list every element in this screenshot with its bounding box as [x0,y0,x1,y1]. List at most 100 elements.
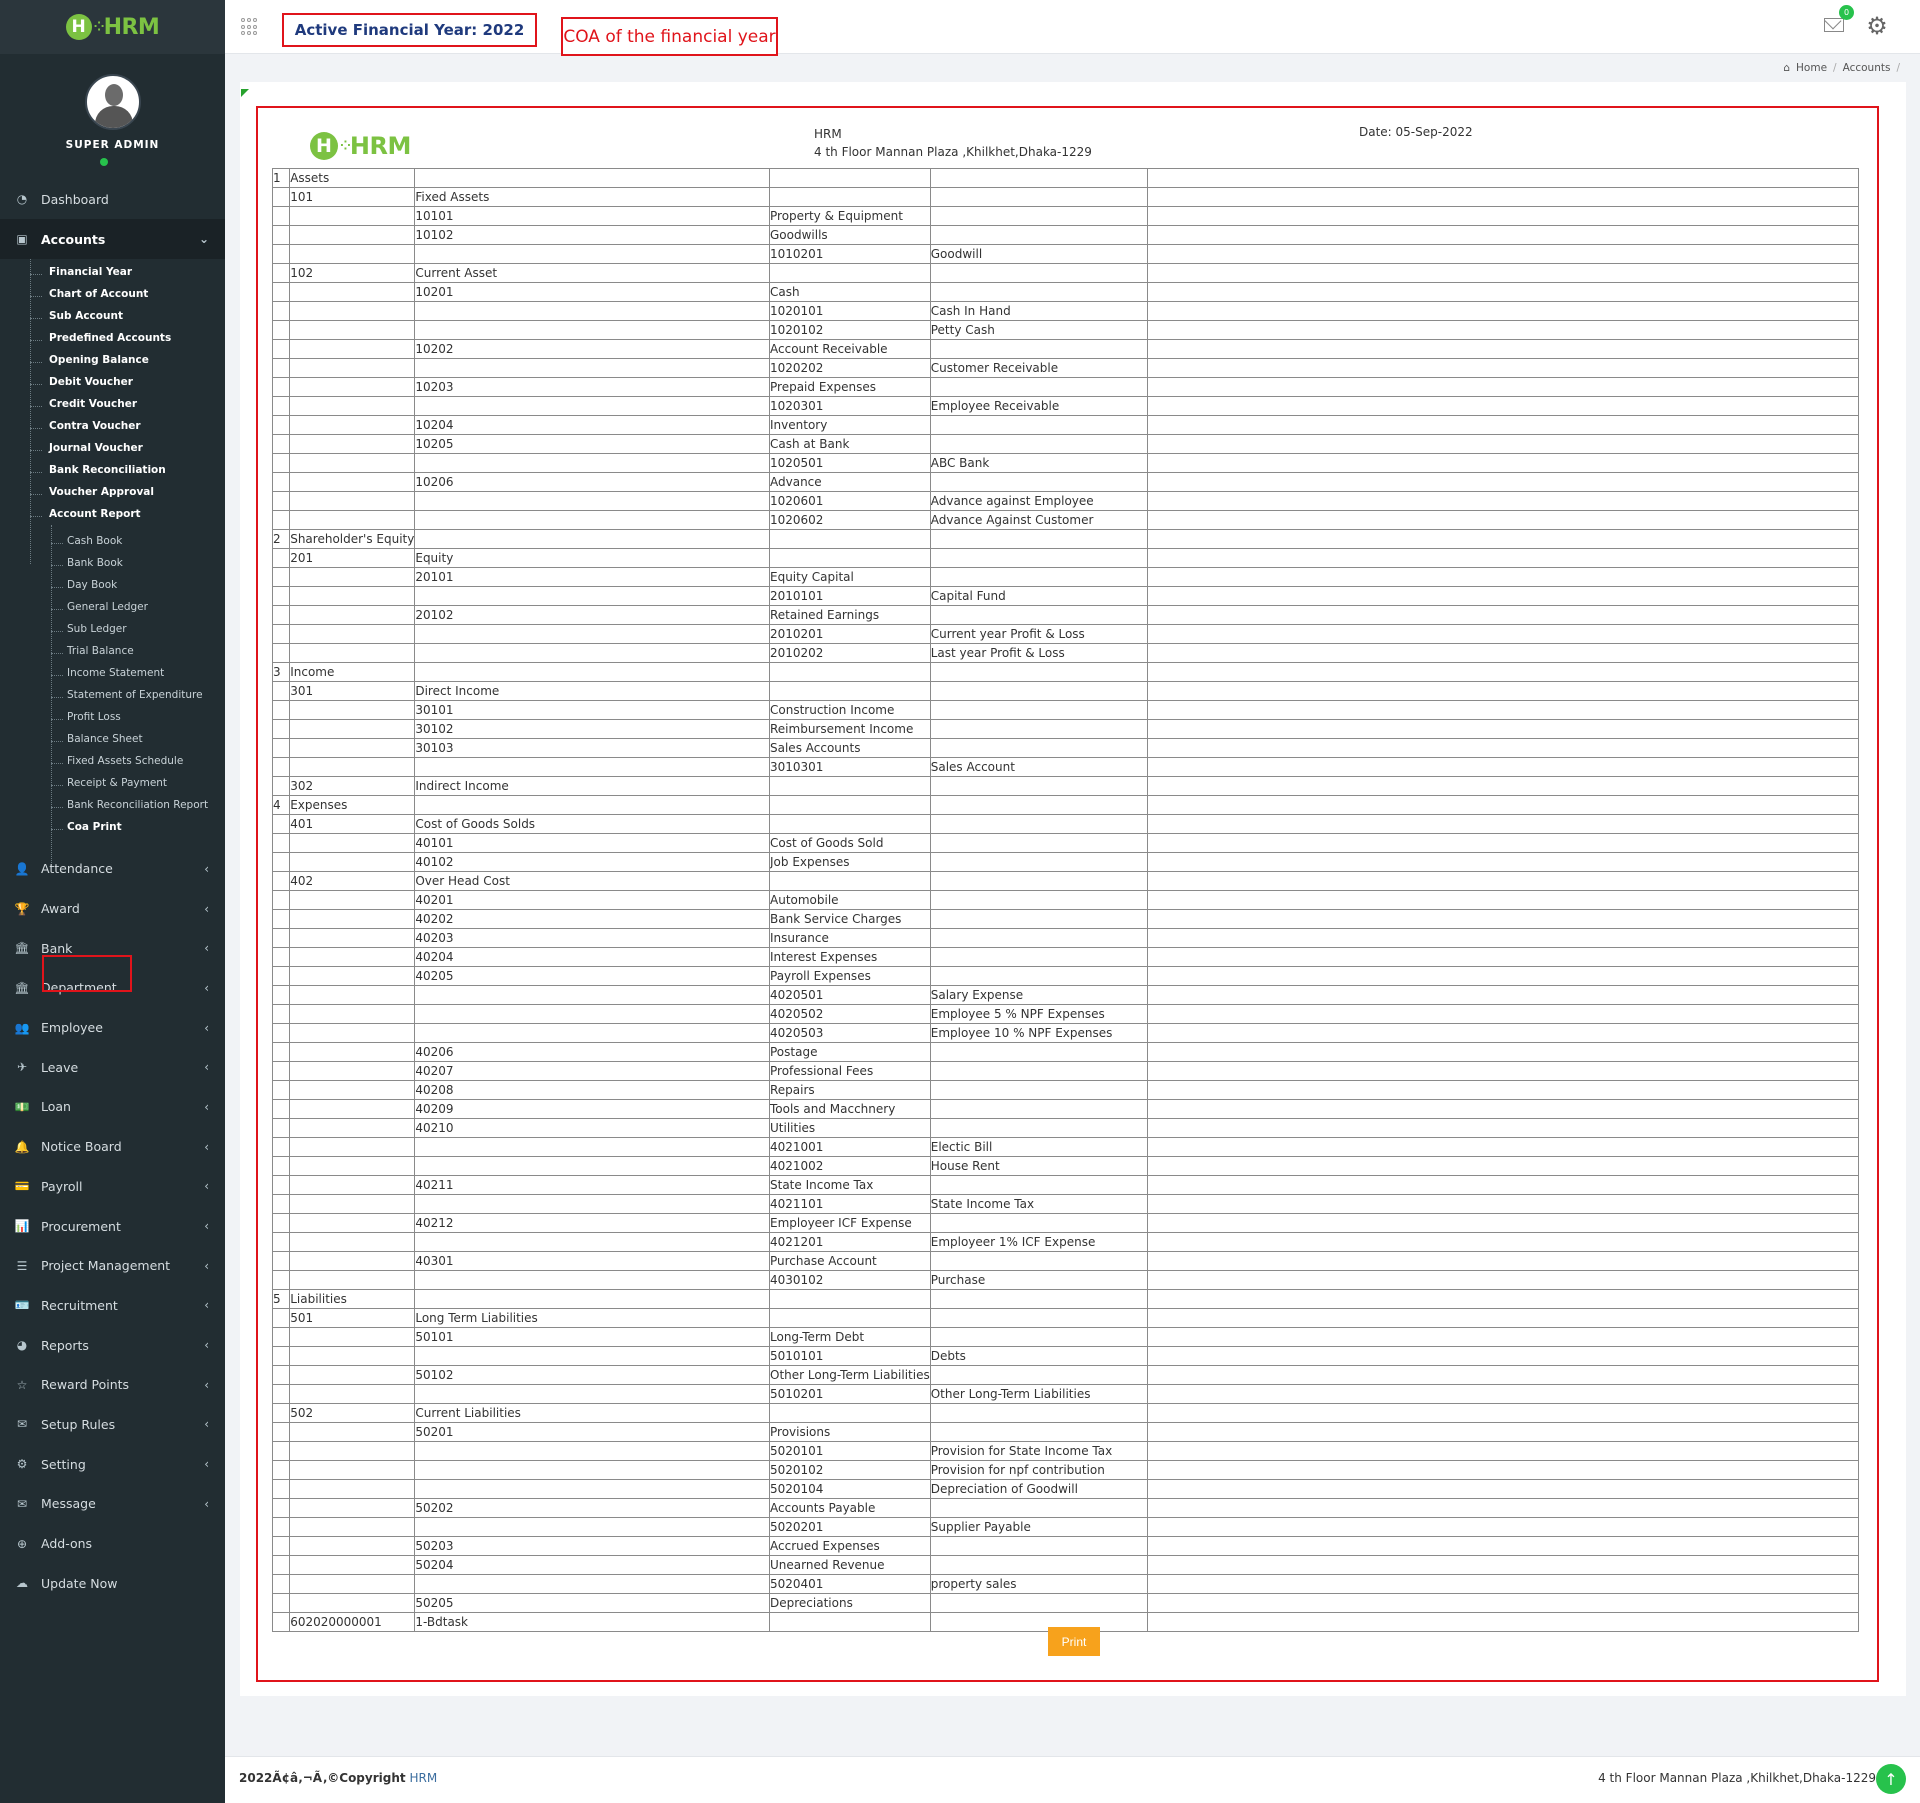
table-cell: Advance Against Customer [929,510,1149,530]
sidebar-subitem-day-book[interactable]: Day Book [0,574,225,596]
sidebar-subitem-income-statement[interactable]: Income Statement [0,662,225,684]
sidebar-subitem-financial-year[interactable]: Financial Year [0,261,225,283]
sidebar-subitem-predefined-accounts[interactable]: Predefined Accounts [0,327,225,349]
table-cell [271,491,291,511]
sidebar-item-payroll[interactable]: 💳 Payroll ‹ [0,1167,225,1207]
avatar[interactable] [84,74,141,130]
table-cell: 4021001 [769,1137,931,1157]
table-cell: property sales [929,1574,1149,1594]
sidebar-subitem-balance-sheet[interactable]: Balance Sheet [0,728,225,750]
sidebar-subitem-chart-of-account[interactable]: Chart of Account [0,283,225,305]
sidebar-subitem-trial-balance[interactable]: Trial Balance [0,640,225,662]
sidebar-subitem-sub-ledger[interactable]: Sub Ledger [0,618,225,640]
copyright-brand-link[interactable]: HRM [409,1771,437,1785]
table-cell [271,947,291,967]
table-cell [1147,263,1859,283]
table-cell [289,1593,416,1613]
table-cell: Direct Income [414,681,770,701]
table-row: 40101 Cost of Goods Sold [271,833,1859,853]
sidebar-subitem-opening-balance[interactable]: Opening Balance [0,349,225,371]
table-cell [289,909,416,929]
table-row: 1010201 Goodwill [271,244,1859,264]
table-row: 50204 Unearned Revenue [271,1555,1859,1575]
table-cell [289,1574,416,1594]
sidebar-subitem-coa-print[interactable]: Coa Print [0,816,225,838]
sidebar-item-reward-points[interactable]: ☆ Reward Points ‹ [0,1365,225,1405]
table-cell [1147,1213,1859,1233]
plane-icon: ✈ [16,1060,28,1075]
envelope-icon: ✉ [16,1496,28,1511]
sidebar-item-leave[interactable]: ✈ Leave ‹ [0,1047,225,1087]
sidebar-item-setting[interactable]: ⚙ Setting ‹ [0,1444,225,1484]
sidebar-subitem-cash-book[interactable]: Cash Book [0,530,225,552]
sidebar-item-procurement[interactable]: 📊 Procurement ‹ [0,1206,225,1246]
table-row: 40204 Interest Expenses [271,947,1859,967]
sidebar-item-award[interactable]: 🏆 Award ‹ [0,889,225,929]
sidebar-subitem-bank-reconciliation-report[interactable]: Bank Reconciliation Report [0,794,225,816]
sidebar-item-setup-rules[interactable]: ✉ Setup Rules ‹ [0,1405,225,1445]
sidebar-subitem-voucher-approval[interactable]: Voucher Approval [0,481,225,503]
sidebar-item-update-now[interactable]: ☁ Update Now [0,1563,225,1603]
table-row: 4021001 Electic Bill [271,1137,1859,1157]
table-cell [929,225,1149,245]
sidebar-item-add-ons[interactable]: ⊕ Add-ons [0,1524,225,1564]
sidebar-logo-bar[interactable]: H ⁘ HRM [0,0,225,54]
settings-gear-icon[interactable]: ⚙ [1865,14,1889,38]
sidebar-item-project-management[interactable]: ☰ Project Management ‹ [0,1246,225,1286]
table-cell [289,738,416,758]
apps-grid-icon[interactable] [241,18,259,36]
table-cell [1147,1403,1859,1423]
table-row: 30101 Construction Income [271,700,1859,720]
table-cell [1147,1137,1859,1157]
sidebar-item-employee[interactable]: 👥 Employee ‹ [0,1008,225,1048]
sidebar-subitem-contra-voucher[interactable]: Contra Voucher [0,415,225,437]
sidebar-item-accounts[interactable]: ▣ Accounts ⌄ [0,219,225,259]
sidebar-subitem-account-report[interactable]: Account Report [0,503,225,525]
sidebar-subitem-fixed-assets-schedule[interactable]: Fixed Assets Schedule [0,750,225,772]
top-header: Active Financial Year: 2022 COA of the f… [225,0,1920,56]
sidebar-item-loan[interactable]: 💵 Loan ‹ [0,1087,225,1127]
table-cell [289,1099,416,1119]
sidebar-subitem-general-ledger[interactable]: General Ledger [0,596,225,618]
sidebar-item-label: Leave [41,1059,79,1075]
table-cell [271,814,291,834]
footer-address: 4 th Floor Mannan Plaza ,Khilkhet,Dhaka-… [1598,1771,1876,1785]
table-cell [1147,795,1859,815]
table-cell: Property & Equipment [769,206,931,226]
sidebar-item-dashboard[interactable]: ◔ Dashboard [0,179,225,219]
table-row: 40201 Automobile [271,890,1859,910]
sidebar-subitem-receipt-payment[interactable]: Receipt & Payment [0,772,225,794]
sidebar-item-message[interactable]: ✉ Message ‹ [0,1484,225,1524]
sidebar-subitem-debit-voucher[interactable]: Debit Voucher [0,371,225,393]
sidebar-subitem-profit-loss[interactable]: Profit Loss [0,706,225,728]
chart-icon: 📊 [14,1219,30,1234]
sidebar-subitem-bank-reconciliation[interactable]: Bank Reconciliation [0,459,225,481]
table-cell [929,966,1149,986]
table-row: 302 Indirect Income [271,776,1859,796]
table-cell [289,1118,416,1138]
scroll-top-arrow-icon[interactable]: ↑ [1876,1764,1906,1794]
sidebar-item-attendance[interactable]: 👤 Attendance ‹ [0,849,225,889]
table-cell [414,1194,770,1214]
table-row: 102 Current Asset [271,263,1859,283]
building-icon: 🏛 [14,980,30,995]
breadcrumb-accounts[interactable]: Accounts [1843,62,1891,74]
sidebar-item-recruitment[interactable]: 🪪 Recruitment ‹ [0,1286,225,1326]
sidebar-subitem-bank-book[interactable]: Bank Book [0,552,225,574]
sidebar-subitem-journal-voucher[interactable]: Journal Voucher [0,437,225,459]
sidebar-subitem-statement-of-expenditure[interactable]: Statement of Expenditure [0,684,225,706]
print-button[interactable]: Print [1048,1627,1100,1656]
table-cell [289,1061,416,1081]
sidebar-subitem-credit-voucher[interactable]: Credit Voucher [0,393,225,415]
table-cell: Indirect Income [414,776,770,796]
envelope-icon[interactable] [1824,18,1844,32]
table-cell: Last year Profit & Loss [929,643,1149,663]
table-cell [271,1441,291,1461]
sidebar-item-notice-board[interactable]: 🔔 Notice Board ‹ [0,1127,225,1167]
sidebar-subitem-sub-account[interactable]: Sub Account [0,305,225,327]
hrm-logo[interactable]: H ⁘ HRM [65,14,160,40]
document-date: Date: 05-Sep-2022 [1359,125,1473,139]
breadcrumb-home[interactable]: Home [1796,62,1827,74]
sidebar-item-reports[interactable]: ◕ Reports ‹ [0,1325,225,1365]
sidebar-item-label: Update Now [41,1575,118,1591]
